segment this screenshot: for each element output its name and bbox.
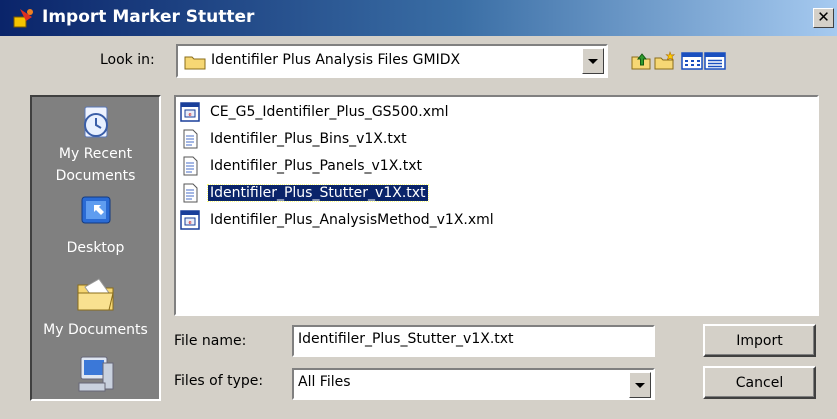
list-item[interactable]: Identifiler_Plus_Panels_v1X.txt (180, 153, 424, 179)
xml-file-icon: e (180, 210, 200, 230)
folder-icon (184, 56, 206, 70)
window-title: Import Marker Stutter (42, 7, 255, 27)
file-name-input[interactable]: Identifiler_Plus_Stutter_v1X.txt (292, 325, 655, 357)
chevron-down-icon (635, 382, 645, 388)
up-folder-icon[interactable] (630, 51, 652, 71)
text-file-icon (183, 129, 198, 149)
places-recent-documents[interactable]: My Recent Documents (32, 103, 159, 187)
list-view-icon[interactable] (681, 51, 703, 71)
look-in-value: Identifiler Plus Analysis Files GMIDX (211, 52, 461, 68)
my-documents-icon (77, 278, 114, 311)
file-name: Identifiler_Plus_Panels_v1X.txt (210, 158, 423, 174)
file-name: Identifiler_Plus_Stutter_v1X.txt (207, 184, 429, 202)
svg-text:e: e (188, 220, 191, 226)
file-type-label: Files of type: (174, 373, 264, 389)
places-desktop[interactable]: Desktop (32, 193, 159, 259)
places-bar: My Recent Documents Desktop My Documents (30, 95, 161, 401)
look-in-dropdown-arrow[interactable] (582, 48, 604, 74)
places-my-computer[interactable] (32, 353, 159, 397)
look-in-label: Look in: (100, 52, 155, 68)
file-type-dropdown-arrow[interactable] (629, 372, 651, 398)
places-desktop-label: Desktop (66, 240, 125, 256)
svg-text:e: e (188, 112, 191, 118)
file-name: CE_G5_Identifiler_Plus_GS500.xml (210, 104, 449, 120)
places-my-documents-label: My Documents (43, 322, 148, 338)
list-item[interactable]: e CE_G5_Identifiler_Plus_GS500.xml (180, 99, 451, 125)
xml-file-icon: e (180, 102, 200, 122)
look-in-dropdown[interactable]: Identifiler Plus Analysis Files GMIDX (176, 44, 608, 78)
details-view-icon[interactable] (704, 51, 726, 71)
file-type-dropdown[interactable]: All Files (292, 368, 655, 400)
file-list[interactable]: e CE_G5_Identifiler_Plus_GS500.xml Ident… (174, 95, 819, 316)
import-button[interactable]: Import (703, 324, 816, 357)
places-recent-label: My Recent Documents (55, 146, 136, 184)
chevron-down-icon (588, 58, 598, 64)
new-folder-icon[interactable] (654, 51, 676, 71)
file-name-label: File name: (174, 333, 247, 349)
file-type-value: All Files (298, 374, 351, 390)
my-computer-icon (78, 356, 113, 392)
title-bar: Import Marker Stutter ✕ (0, 0, 837, 36)
text-file-icon (183, 183, 198, 203)
file-name: Identifiler_Plus_Bins_v1X.txt (210, 131, 407, 147)
list-item[interactable]: e Identifiler_Plus_AnalysisMethod_v1X.xm… (180, 207, 496, 233)
list-item[interactable]: Identifiler_Plus_Bins_v1X.txt (180, 126, 409, 152)
text-file-icon (183, 156, 198, 176)
file-name: Identifiler_Plus_AnalysisMethod_v1X.xml (210, 212, 494, 228)
recent-documents-icon (83, 106, 108, 138)
cancel-button[interactable]: Cancel (703, 366, 816, 399)
close-button[interactable]: ✕ (813, 8, 834, 28)
places-my-documents[interactable]: My Documents (32, 273, 159, 341)
desktop-icon (81, 196, 110, 224)
marker-app-icon (13, 9, 33, 28)
list-item-selected[interactable]: Identifiler_Plus_Stutter_v1X.txt (180, 180, 429, 206)
